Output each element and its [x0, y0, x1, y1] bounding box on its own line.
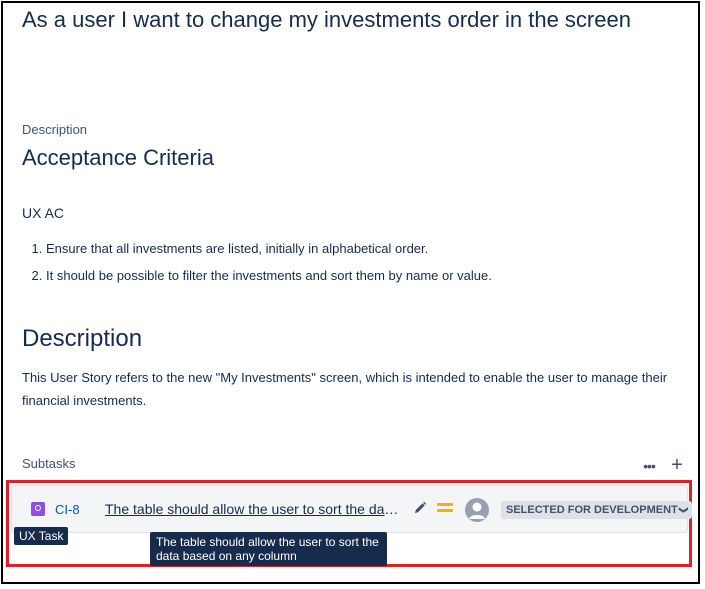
priority-medium-icon	[437, 503, 453, 515]
subtasks-title: Subtasks	[22, 456, 76, 471]
chevron-down-icon: ❯	[678, 506, 689, 514]
description-heading: Description	[22, 325, 143, 352]
type-tooltip: UX Task	[14, 527, 69, 545]
more-icon[interactable]: •••	[639, 456, 659, 476]
unassigned-avatar-icon[interactable]	[465, 498, 489, 522]
subtask-summary[interactable]: The table should allow the user to sort …	[105, 501, 401, 517]
pencil-icon[interactable]	[412, 500, 428, 516]
description-label: Description	[22, 122, 88, 137]
ux-ac-title: UX AC	[22, 205, 65, 221]
ux-task-icon[interactable]	[31, 502, 45, 516]
acceptance-criteria-list: Ensure that all investments are listed, …	[22, 235, 492, 289]
subtask-key[interactable]: CI-8	[55, 502, 80, 517]
status-dropdown[interactable]: SELECTED FOR DEVELOPMENT❯	[501, 501, 693, 519]
plus-icon[interactable]: +	[667, 454, 687, 476]
criteria-item: Ensure that all investments are listed, …	[46, 235, 492, 262]
description-text: This User Story refers to the new "My In…	[22, 370, 668, 408]
acceptance-criteria-heading: Acceptance Criteria	[22, 145, 214, 170]
summary-tooltip: The table should allow the user to sort …	[150, 532, 387, 566]
criteria-item: It should be possible to filter the inve…	[46, 262, 492, 289]
subtask-row[interactable]: CI-8 The table should allow the user to …	[11, 485, 693, 533]
issue-summary[interactable]: As a user I want to change my investment…	[22, 6, 662, 34]
status-label: SELECTED FOR DEVELOPMENT	[506, 504, 678, 516]
